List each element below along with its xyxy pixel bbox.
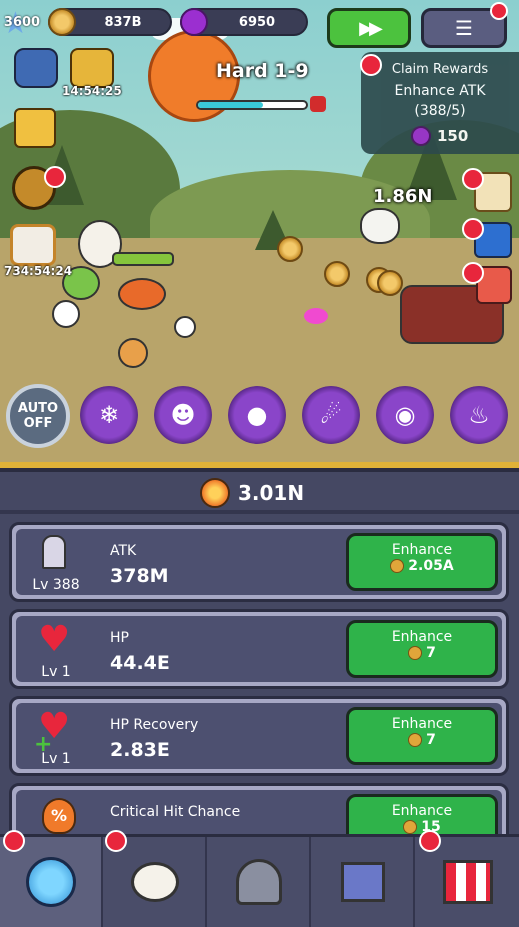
notification-dot [490,2,508,20]
shop-icon [442,860,493,904]
skill-spirit-button[interactable]: ☻ [154,386,212,444]
stage-progress-bar [196,100,308,110]
heart-plus-icon: ♥ + [34,706,71,758]
castle-icon [340,862,385,902]
notification-dot [462,168,484,190]
flower-decoration [174,316,196,338]
notification-dot [44,166,66,188]
skill-orb-button[interactable]: ● [228,386,286,444]
enhance-hp-button[interactable]: Enhance 7 [346,620,498,678]
hero-hp-bar [112,252,174,266]
coin-icon [403,820,418,834]
stat-card-atk: Lv 388 ATK 378M Enhance 2.05A [9,522,509,602]
bottom-nav [0,834,519,927]
meteor-icon: ☄ [320,401,342,429]
quest-task: Enhance ATK [394,83,486,99]
chicken-icon [130,862,179,902]
rabbit-event-button[interactable] [10,224,56,266]
fast-forward-button[interactable]: ▶▶ [327,8,411,48]
coin-icon [408,646,423,660]
portal-icon [235,859,282,905]
fox-hero [118,338,148,368]
sword-icon [42,535,66,569]
skill-snowflake-button[interactable]: ❄ [80,386,138,444]
fast-forward-icon: ▶▶ [359,17,383,39]
power-display: 3.01N [200,478,304,508]
quest-title: Claim Rewards [391,62,489,77]
stage-label: Hard 1-9 [216,60,309,82]
pink-projectile [304,308,328,324]
player-level-badge[interactable]: ★ 3600 [2,6,42,41]
skill-coin-button[interactable]: ◉ [376,386,434,444]
coin-drop[interactable] [277,236,303,262]
notification-dot [105,830,127,852]
quest-reward: 150 [437,127,469,145]
blue-slime-icon [25,857,76,907]
gem-icon [180,8,208,36]
skill-flame-button[interactable]: ♨ [450,386,508,444]
gem-icon [411,126,431,146]
notification-dot [419,830,441,852]
gold-coin-icon [48,8,76,36]
quest-panel[interactable]: Claim Rewards Enhance ATK (388/5) 150 [361,52,519,154]
nav-castle-button[interactable] [312,837,415,927]
enhance-hp-recovery-button[interactable]: Enhance 7 [346,707,498,765]
timer-chest-button[interactable] [70,48,114,88]
auto-toggle-button[interactable]: AUTO OFF [6,384,70,448]
boss-skull-icon [310,96,326,112]
timer-2: 734:54:24 [4,264,73,278]
stat-card-hp-recovery: ♥ + Lv 1 HP Recovery 2.83E Enhance 7 [9,696,509,776]
notification-dot [462,262,484,284]
coin-drop[interactable] [377,270,403,296]
coin-drop[interactable] [324,261,350,287]
stat-card-hp: ♥ Lv 1 HP 44.4E Enhance 7 [9,609,509,689]
timer-1: 14:54:25 [62,84,122,98]
snowflake-icon: ❄ [98,401,120,429]
heart-icon: ♥ [38,619,71,660]
notification-dot [462,218,484,240]
coin-icon: ◉ [394,401,416,429]
power-flame-icon [200,478,230,508]
water-orb-icon: ● [246,401,268,429]
skill-meteor-button[interactable]: ☄ [302,386,360,444]
coin-icon [390,559,405,573]
damage-text: 1.86N [373,186,433,207]
coin-icon [408,733,423,747]
notification-dot [3,830,25,852]
crit-flame-icon: % [42,798,76,834]
spirit-icon: ☻ [170,401,196,429]
skull-icon [360,208,400,244]
notification-dot [360,54,382,76]
fish-hero [118,278,166,310]
treasure-chest-button[interactable] [14,108,56,148]
flower-hero [52,300,80,328]
gold-counter: 837B [48,8,172,36]
enhance-atk-button[interactable]: Enhance 2.05A [346,533,498,591]
gem-counter: 6950 [180,8,308,36]
nav-dungeon-button[interactable] [208,837,311,927]
flame-icon: ♨ [468,401,490,429]
list-icon: ☰ [455,16,473,40]
buff-badge-button[interactable] [14,48,58,88]
quest-progress: (388/5) [414,103,466,119]
